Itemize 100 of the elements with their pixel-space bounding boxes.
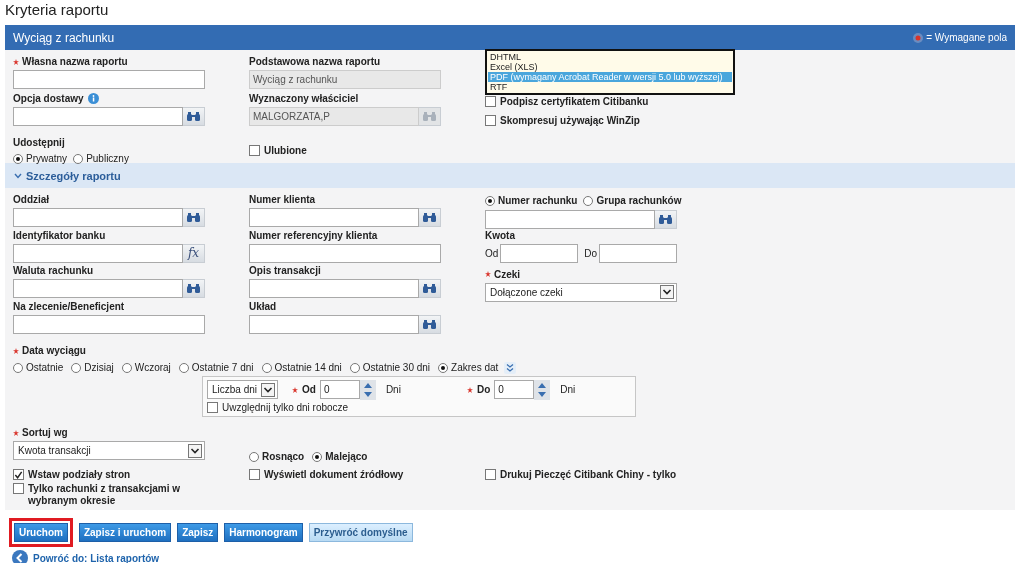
spinner-icon[interactable] [534,379,551,400]
radio-button[interactable] [349,362,360,373]
text-field[interactable]: MALGORZATA,P [249,107,419,126]
text-field[interactable] [13,279,183,298]
lookup-button[interactable] [419,314,441,334]
radio-button[interactable] [438,362,449,373]
text-field[interactable] [249,279,419,298]
back-icon[interactable] [12,550,28,563]
field-label: Oddział [13,194,50,205]
field-label: Układ [249,300,277,312]
required-icon [292,386,298,393]
text-field[interactable] [485,210,655,229]
field-label: Do [476,384,491,395]
binoculars-icon [187,213,200,222]
lookup-button[interactable] [419,208,441,227]
checkbox-label: Wyświetl dokument źródłowy [264,469,404,480]
from-label: Od [485,247,499,259]
dropdown[interactable]: Kwota transakcji [13,441,205,460]
radio-label: Malejąco [325,451,368,462]
radio-button[interactable] [13,362,23,373]
list-option[interactable]: Excel (XLS) [488,62,732,72]
dropdown[interactable]: Liczba dni [207,380,278,399]
section-title: Szczegóły raportu [26,169,121,182]
text-field[interactable] [249,314,419,334]
text-field[interactable] [249,208,419,227]
info-icon[interactable] [87,93,99,104]
list-option[interactable]: DHTML [488,52,732,62]
lookup-button[interactable] [183,279,205,298]
text-field[interactable] [13,243,183,263]
field-label: Kwota [485,229,515,241]
action-button[interactable]: Uruchom [14,522,68,542]
radio-button[interactable] [261,362,272,373]
field-label: Sortuj wg [22,427,68,438]
binoculars-icon [187,284,200,293]
field-label: Data wyciągu [22,345,86,356]
number-field[interactable]: 0 [494,379,535,399]
action-button[interactable]: Przywróć domyślne [308,522,413,542]
field-label: Własna nazwa raportu [22,56,128,67]
field-label: Opcja dostawy [13,93,84,104]
required-icon [466,386,473,393]
checkbox[interactable] [207,402,218,413]
field-label: Podstawowa nazwa raportu [249,56,381,67]
checkbox[interactable] [13,469,24,480]
section-header[interactable]: Szczegóły raportu [5,163,1015,188]
radio-label: Dzisiaj [84,362,114,373]
radio-button[interactable] [583,195,594,206]
text-field[interactable]: Wyciąg z rachunku [249,70,441,89]
checkbox[interactable] [13,483,24,494]
radio-label: Ostatnie 7 dni [191,362,254,373]
radio-button[interactable] [121,362,132,373]
field-label: Identyfikator banku [13,229,106,241]
lookup-button[interactable] [183,208,205,227]
text-field[interactable] [500,243,579,263]
radio-button[interactable] [485,195,495,206]
radio-button[interactable] [71,362,82,373]
radio-button[interactable] [249,451,259,462]
format-list[interactable]: DHTML Excel (XLS) PDF (wymagany Acrobat Reader w wersji 5.0 lub wyższej) RTF [485,49,735,95]
checkbox[interactable] [485,96,496,107]
lookup-button[interactable] [183,107,205,126]
radio-label: Ostatnie 14 dni [274,362,342,373]
binoculars-icon [423,213,436,222]
field-label: Udostępnij [13,137,65,148]
text-field[interactable] [13,107,183,126]
checkbox[interactable] [485,469,496,480]
field-label: Numer klienta [249,194,316,205]
checkbox-label: Wstaw podziały stron [28,469,131,480]
radio-button[interactable] [312,451,323,462]
text-field[interactable] [599,243,678,263]
formula-button[interactable]: fx [183,243,205,263]
text-field[interactable] [13,314,205,334]
text-field[interactable] [249,243,441,263]
radio-button[interactable] [178,362,189,373]
text-field[interactable] [13,70,205,89]
action-button[interactable]: Harmonogram [224,522,303,542]
radio-label: Grupa rachunków [596,195,682,206]
lookup-button[interactable] [655,210,677,229]
text-field[interactable] [13,208,183,227]
dropdown[interactable]: Dołączone czeki [485,282,677,302]
binoculars-icon [659,215,672,224]
legend-text: = Wymagane pola [926,32,1007,43]
lookup-button[interactable] [419,279,441,298]
double-chevron-icon[interactable] [504,361,517,374]
checkbox[interactable] [249,469,260,480]
checkbox-label: Tylko rachunki z transakcjami w wybranym okresie [28,483,182,507]
field-label: Numer referencyjny klienta [249,229,378,241]
required-icon [913,32,924,43]
checkbox-label: Skompresuj używając WinZip [500,115,640,126]
checkbox[interactable] [485,115,496,126]
page-title: Kryteria raportu [4,0,110,20]
checkbox-label: Ulubione [264,145,307,156]
field-label: Waluta rachunku [13,265,94,276]
action-button[interactable]: Zapisz i uruchom [78,522,172,542]
radio-label: Prywatny [26,153,68,164]
radio-label: Ostatnie 30 dni [362,362,431,373]
number-field[interactable]: 0 [319,379,360,399]
back-link[interactable]: Powróć do: Lista raportów [33,552,160,563]
checkbox[interactable] [249,145,260,156]
action-button[interactable]: Zapisz [177,522,219,542]
radio-button[interactable] [73,153,84,164]
list-option[interactable]: RTF [488,82,732,92]
